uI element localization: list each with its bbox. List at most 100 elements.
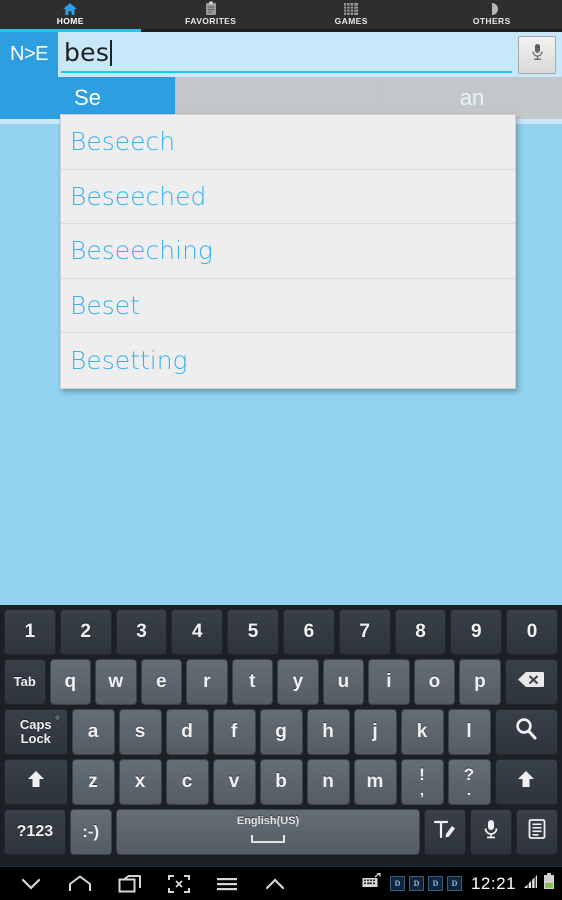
key-voice-input[interactable] xyxy=(470,809,513,855)
suggestion-dropdown: Beseech Beseeched Beseeching Beset Beset… xyxy=(60,114,516,389)
key-n[interactable]: n xyxy=(306,759,350,805)
key-space[interactable]: English(US) xyxy=(115,809,421,855)
key-0[interactable]: 0 xyxy=(506,609,558,655)
search-icon xyxy=(513,716,539,748)
key-7[interactable]: 7 xyxy=(338,609,391,655)
tab-favorites[interactable]: FAVORITES xyxy=(141,0,282,29)
key-x[interactable]: x xyxy=(118,759,162,805)
key-m[interactable]: m xyxy=(353,759,397,805)
key-search-enter[interactable] xyxy=(494,709,558,755)
key-r[interactable]: r xyxy=(186,659,228,705)
voice-search-button[interactable] xyxy=(518,35,556,74)
key-p[interactable]: p xyxy=(459,659,501,705)
key-d[interactable]: d xyxy=(165,709,209,755)
key-o[interactable]: o xyxy=(413,659,456,705)
key-j[interactable]: j xyxy=(353,709,397,755)
key-backspace[interactable] xyxy=(504,659,559,705)
microphone-icon xyxy=(483,818,499,846)
app-badge-icon: D xyxy=(446,876,462,891)
app-badge-icon: D xyxy=(408,876,424,891)
key-f[interactable]: f xyxy=(212,709,256,755)
key-z[interactable]: z xyxy=(71,759,115,805)
key-shift-right[interactable] xyxy=(494,759,558,805)
shift-up-icon xyxy=(26,769,46,795)
key-caps-lock[interactable]: Caps Lock xyxy=(4,709,68,755)
menu-icon[interactable] xyxy=(216,876,238,892)
key-8[interactable]: 8 xyxy=(394,609,447,655)
suggestion-item[interactable]: Beseeched xyxy=(61,170,515,224)
microphone-icon xyxy=(530,42,545,67)
key-t[interactable]: t xyxy=(231,659,274,705)
key-space-language-label: English(US) xyxy=(236,814,300,827)
key-6[interactable]: 6 xyxy=(282,609,335,655)
translation-direction-button[interactable]: N>E xyxy=(0,32,58,77)
space-bracket-icon xyxy=(250,828,286,850)
search-input-underline xyxy=(61,71,512,73)
key-symbols[interactable]: ?123 xyxy=(4,809,66,855)
tab-home[interactable]: HOME xyxy=(0,0,141,32)
key-i[interactable]: i xyxy=(368,659,410,705)
suggestion-item[interactable]: Beseeching xyxy=(61,224,515,279)
key-u[interactable]: u xyxy=(322,659,365,705)
handwriting-icon xyxy=(433,818,457,846)
suggestion-item[interactable]: Beseech xyxy=(61,115,515,170)
shift-up-icon xyxy=(516,769,536,795)
key-a[interactable]: a xyxy=(71,709,115,755)
tab-games[interactable]: GAMES xyxy=(281,0,422,29)
key-exclamation-comma[interactable]: ! , xyxy=(400,759,444,805)
key-tab[interactable]: Tab xyxy=(4,659,46,705)
chevron-up-icon[interactable] xyxy=(264,877,286,891)
scan-button[interactable]: an xyxy=(382,77,562,119)
key-5[interactable]: 5 xyxy=(227,609,279,655)
key-emoji[interactable]: :-) xyxy=(69,809,112,855)
key-c[interactable]: c xyxy=(165,759,209,805)
recents-icon[interactable] xyxy=(118,874,142,893)
key-question-period[interactable]: ? . xyxy=(447,759,491,805)
key-3[interactable]: 3 xyxy=(115,609,168,655)
key-v[interactable]: v xyxy=(212,759,256,805)
key-4[interactable]: 4 xyxy=(171,609,224,655)
key-h[interactable]: h xyxy=(306,709,350,755)
key-g[interactable]: g xyxy=(259,709,303,755)
suggestion-item[interactable]: Besetting xyxy=(61,333,515,388)
key-period-label: . xyxy=(466,782,472,799)
screenshot-icon[interactable] xyxy=(168,874,190,893)
keyboard-row-home: Caps Lock a s d f g h j k l xyxy=(4,709,558,755)
key-s[interactable]: s xyxy=(118,709,162,755)
key-e[interactable]: e xyxy=(140,659,183,705)
tab-others[interactable]: OTHERS xyxy=(422,0,562,29)
key-handwriting[interactable] xyxy=(424,809,467,855)
system-navigation-bar: D D D D 12:21 xyxy=(0,866,562,900)
keyboard-row-qwerty: Tab q w e r t y u i o p xyxy=(4,659,559,705)
home-icon xyxy=(62,1,78,16)
key-shift-left[interactable] xyxy=(4,759,68,805)
nav-buttons xyxy=(0,874,286,893)
key-2[interactable]: 2 xyxy=(59,609,112,655)
tab-games-label: GAMES xyxy=(334,16,368,26)
tab-others-label: OTHERS xyxy=(472,16,511,26)
key-y[interactable]: y xyxy=(277,659,319,705)
action-button-row: Se an xyxy=(0,77,562,119)
search-bar: N>E bes xyxy=(0,32,562,77)
key-1[interactable]: 1 xyxy=(4,609,56,655)
action-row-spacer xyxy=(176,77,382,119)
keyboard-row-zxcv: z x c v b n m ! , ? . xyxy=(4,759,558,805)
key-9[interactable]: 9 xyxy=(450,609,503,655)
text-caret xyxy=(110,40,113,66)
key-question-label: ? xyxy=(463,765,475,784)
key-l[interactable]: l xyxy=(447,709,491,755)
search-button[interactable]: Se xyxy=(0,77,176,119)
home-icon[interactable] xyxy=(68,875,92,893)
chevron-down-icon[interactable] xyxy=(20,877,42,891)
suggestion-item[interactable]: Beset xyxy=(61,279,515,333)
clipboard-icon xyxy=(528,818,546,846)
key-b[interactable]: b xyxy=(259,759,303,805)
main-content: N>E bes Se an Beseech Beseeched Beseechi… xyxy=(0,32,562,605)
key-q[interactable]: q xyxy=(49,659,92,705)
app-screen: HOME FAVORITES GAMES OTHERS N>E bes Se a… xyxy=(0,0,562,900)
key-clipboard[interactable] xyxy=(516,809,558,855)
search-input[interactable]: bes xyxy=(61,32,512,77)
key-k[interactable]: k xyxy=(400,709,444,755)
key-w[interactable]: w xyxy=(95,659,137,705)
status-clock: 12:21 xyxy=(470,873,516,893)
